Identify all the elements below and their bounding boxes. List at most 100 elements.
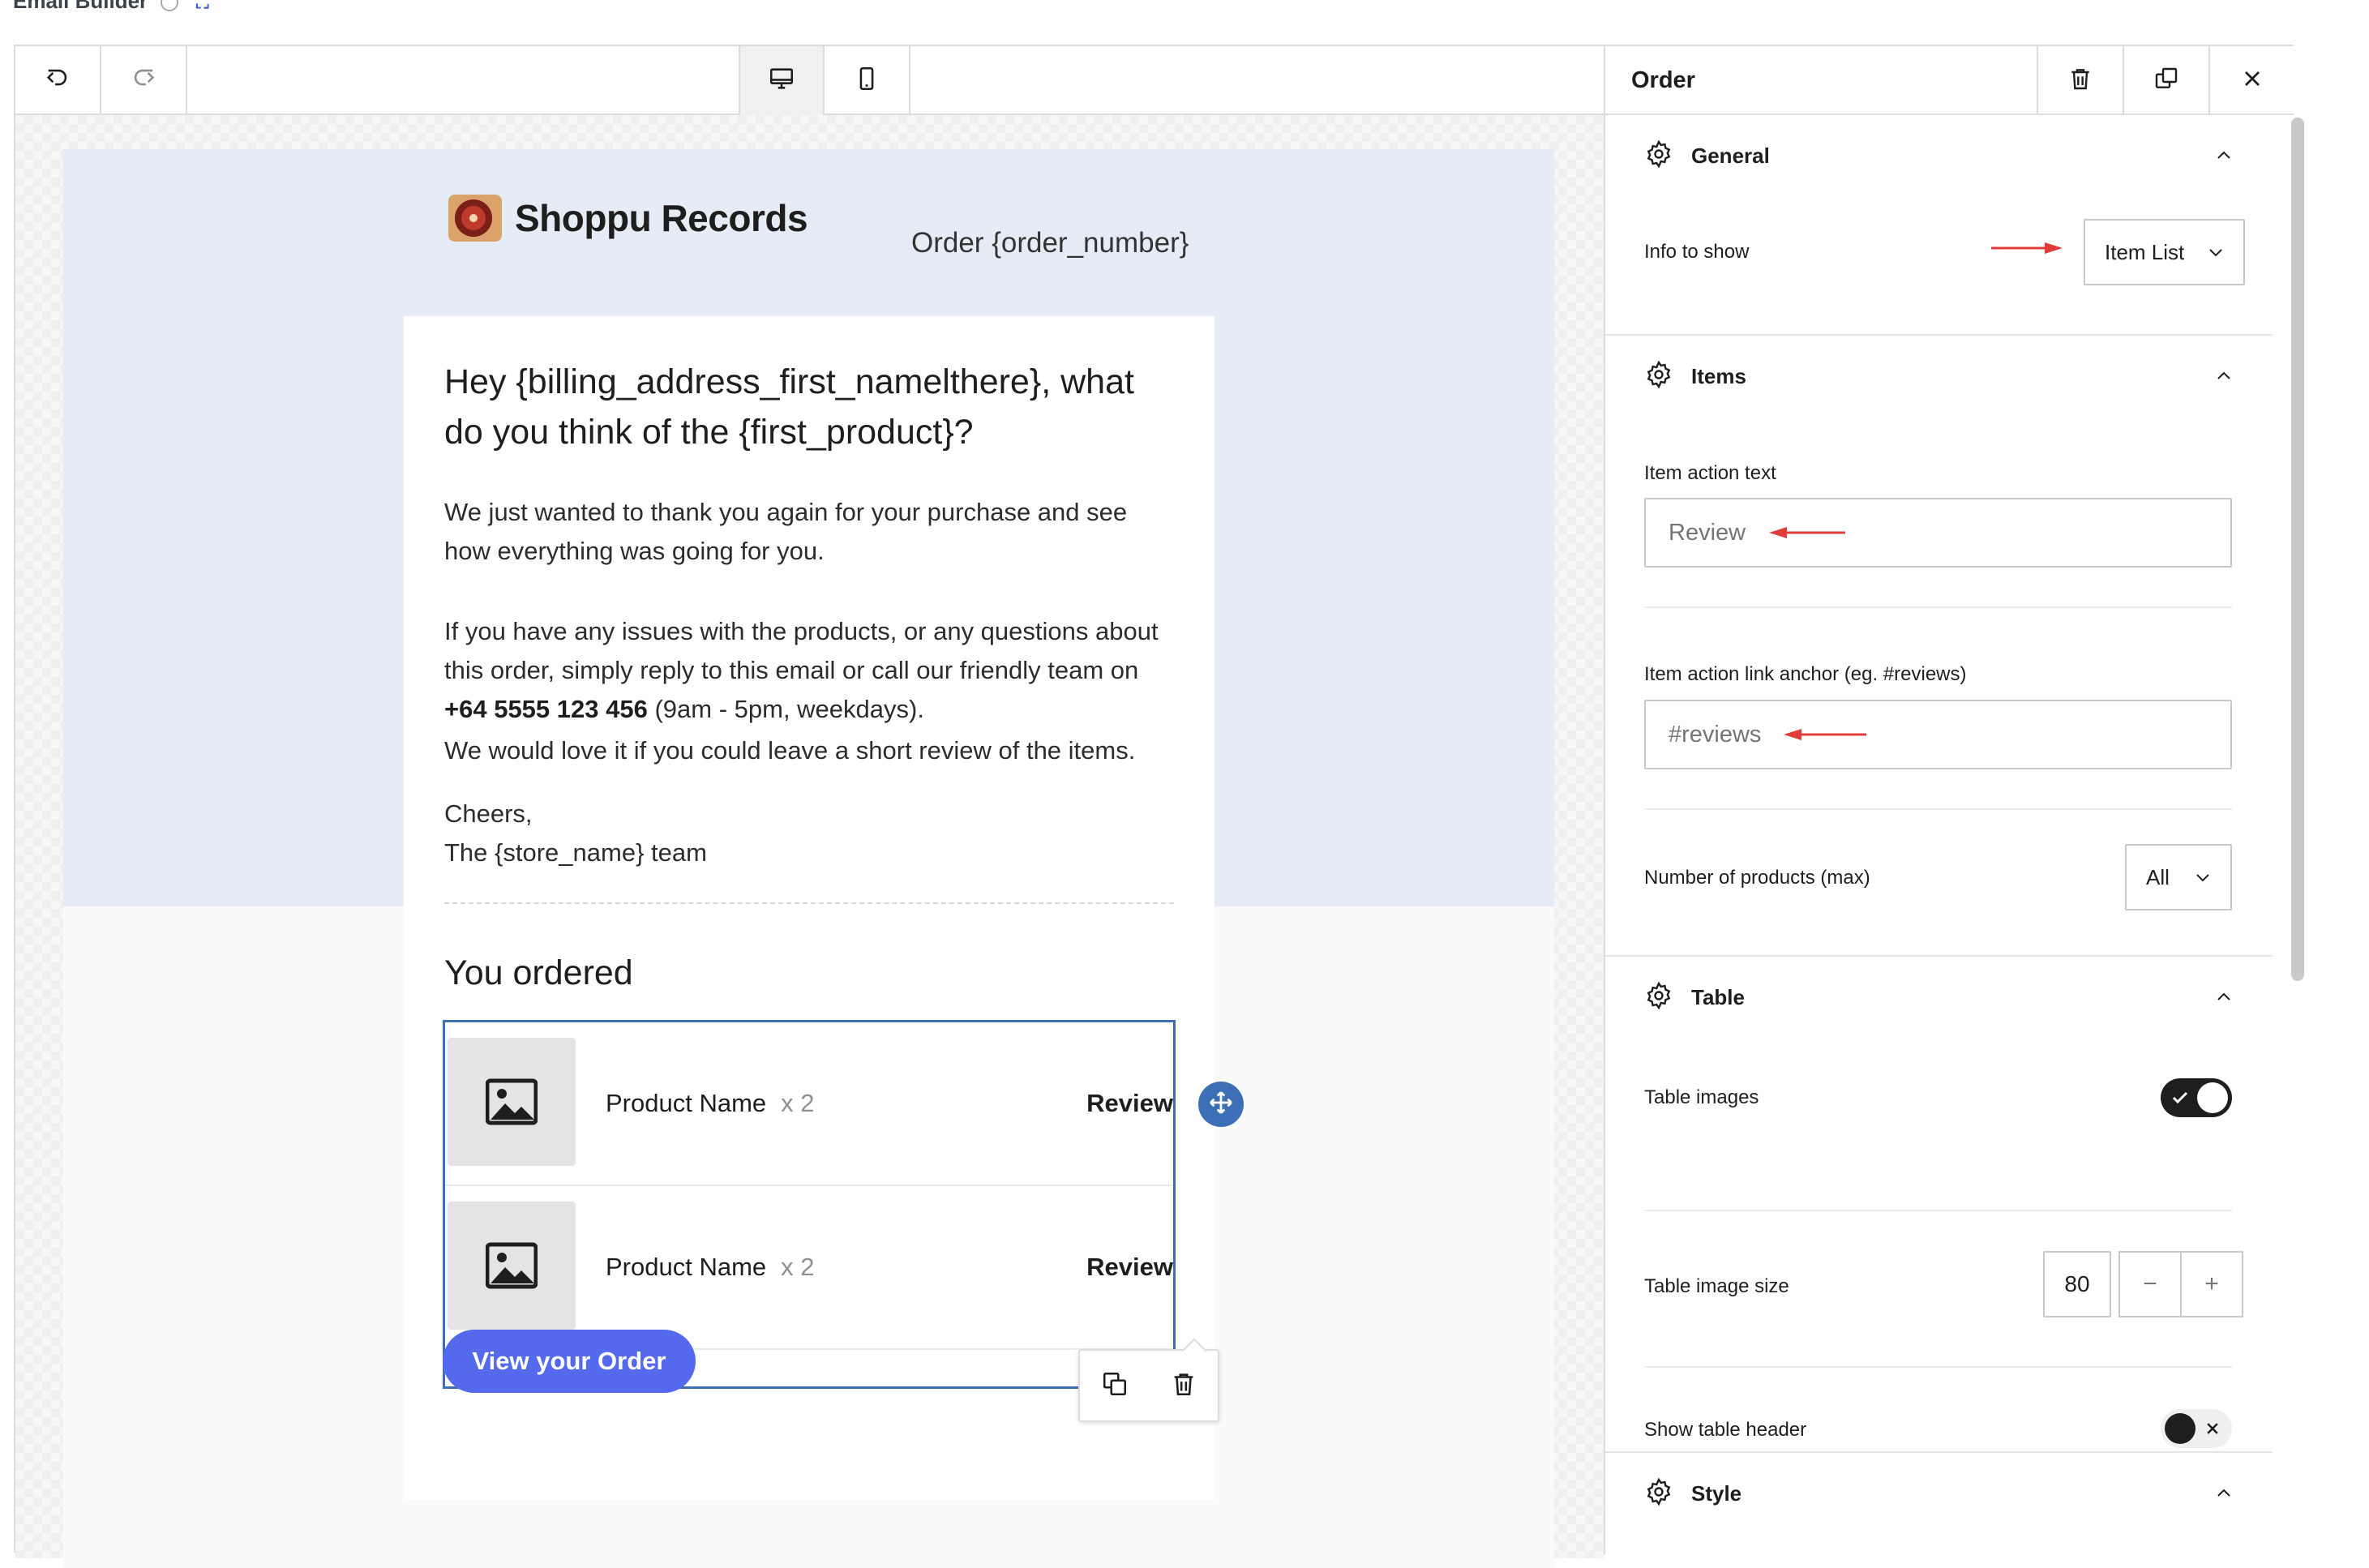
field-divider [1644, 606, 2232, 608]
chevron-up-icon[interactable] [2214, 987, 2234, 1007]
toggle-knob [2165, 1413, 2196, 1444]
email-signoff[interactable]: Cheers, The {store_name} team [444, 795, 1174, 872]
builder-frame: Shoppu Records Order {order_number} Hey … [14, 45, 2294, 1568]
table-images-label: Table images [1644, 1086, 1759, 1108]
move-icon [1207, 1089, 1235, 1120]
table-image-size-label: Table image size [1644, 1275, 1789, 1297]
field-divider [1644, 808, 2232, 810]
general-section-toggle[interactable]: General [1644, 139, 1770, 173]
review-link[interactable]: Review [1086, 1253, 1173, 1282]
product-row: Product Name x 2 Review [445, 1186, 1173, 1350]
image-placeholder-icon [448, 1038, 576, 1166]
table-section: Table Table images Table image size 80 −… [1605, 957, 2273, 1453]
email-paragraph-3[interactable]: We would love it if you could leave a sh… [444, 731, 1174, 770]
field-divider [1644, 1210, 2232, 1211]
table-images-toggle[interactable] [2161, 1078, 2232, 1117]
show-table-header-toggle[interactable] [2161, 1409, 2232, 1448]
table-section-toggle[interactable]: Table [1644, 981, 1745, 1014]
max-products-select[interactable]: All [2125, 844, 2232, 910]
annotation-arrow [1767, 526, 1845, 539]
email-body: Shoppu Records Order {order_number} Hey … [63, 149, 1554, 1568]
mobile-view-button[interactable] [825, 46, 910, 115]
panel-title: Order [1631, 67, 1695, 93]
close-panel-button[interactable] [2208, 46, 2294, 115]
you-ordered-heading[interactable]: You ordered [444, 953, 633, 993]
delete-block-button[interactable] [2037, 46, 2123, 115]
product-name: Product Name x 2 [606, 1089, 815, 1117]
gear-icon [1644, 1477, 1691, 1510]
record-logo-icon [448, 195, 502, 242]
duplicate-icon [2153, 66, 2179, 96]
close-icon [2239, 66, 2265, 96]
field-divider [1644, 1366, 2232, 1368]
style-section-toggle[interactable]: Style [1644, 1477, 1741, 1510]
items-section-toggle[interactable]: Items [1644, 360, 1746, 393]
item-anchor-input[interactable]: #reviews [1644, 700, 2232, 769]
email-paragraph-2[interactable]: If you have any issues with the products… [444, 612, 1174, 729]
email-canvas: Shoppu Records Order {order_number} Hey … [15, 115, 1604, 1568]
style-section: Style [1605, 1453, 2273, 1554]
review-link[interactable]: Review [1086, 1089, 1173, 1118]
duplicate-icon [1101, 1370, 1129, 1402]
chevron-up-icon[interactable] [2214, 1484, 2234, 1503]
email-content-card[interactable]: Hey {billing_address_first_namelthere}, … [404, 316, 1219, 1500]
product-row: Product Name x 2 Review [445, 1022, 1173, 1186]
check-icon [2172, 1091, 2188, 1104]
view-order-button[interactable]: View your Order [443, 1330, 696, 1393]
annotation-arrow [1782, 728, 1866, 741]
desktop-icon [768, 65, 795, 96]
info-to-show-select[interactable]: Item List [2084, 219, 2245, 285]
delete-block-button[interactable] [1163, 1365, 1204, 1406]
table-image-size-input[interactable]: 80 [2043, 1251, 2111, 1317]
product-name: Product Name x 2 [606, 1253, 815, 1281]
store-logo: Shoppu Records [448, 195, 808, 242]
info-icon[interactable] [161, 0, 179, 12]
redo-icon [130, 65, 157, 96]
divider [444, 902, 1174, 904]
panel-scrollbar[interactable] [2291, 118, 2304, 981]
redo-button[interactable] [101, 46, 187, 115]
show-table-header-label: Show table header [1644, 1419, 1807, 1441]
duplicate-block-button[interactable] [2123, 46, 2208, 115]
annotation-arrow [1991, 242, 2064, 255]
support-phone: +64 5555 123 456 [444, 695, 648, 723]
gear-icon [1644, 360, 1691, 393]
email-heading[interactable]: Hey {billing_address_first_namelthere}, … [444, 357, 1174, 457]
move-handle[interactable] [1198, 1082, 1244, 1127]
general-section: General Info to show Item List [1605, 115, 2273, 336]
gear-icon [1644, 981, 1691, 1014]
panel-header: Order [1605, 46, 2294, 115]
email-builder-app: Email Builder ⛶ Shoppu Records Order {or… [0, 0, 2369, 1568]
max-products-label: Number of products (max) [1644, 867, 1870, 889]
undo-icon [44, 65, 71, 96]
settings-panel: Order General Info to show Item List Ite… [1604, 46, 2294, 1554]
desktop-view-button[interactable] [739, 46, 825, 115]
page-title: Email Builder ⛶ [13, 0, 209, 14]
chevron-down-icon [2196, 874, 2209, 882]
info-to-show-label: Info to show [1644, 241, 1750, 263]
mobile-icon [853, 65, 880, 96]
fullscreen-icon[interactable]: ⛶ [196, 0, 208, 13]
increment-button[interactable]: + [2180, 1251, 2243, 1317]
brand-name: Shoppu Records [515, 197, 808, 239]
item-anchor-label: Item action link anchor (eg. #reviews) [1644, 663, 1967, 685]
block-actions-toolbar [1078, 1349, 1219, 1422]
image-placeholder-icon [448, 1202, 576, 1330]
chevron-up-icon[interactable] [2214, 146, 2234, 165]
trash-icon [2067, 66, 2093, 96]
chevron-up-icon[interactable] [2214, 366, 2234, 386]
items-section: Items Item action text Review Item actio… [1605, 336, 2273, 957]
order-number-heading: Order {order_number} [911, 227, 1189, 259]
toggle-knob [2197, 1082, 2228, 1113]
item-action-text-input[interactable]: Review [1644, 498, 2232, 568]
chevron-down-icon [2209, 249, 2222, 257]
trash-icon [1170, 1370, 1197, 1402]
editor-toolbar [15, 46, 1604, 115]
item-action-text-label: Item action text [1644, 462, 1776, 484]
email-paragraph-1[interactable]: We just wanted to thank you again for yo… [444, 493, 1174, 571]
gear-icon [1644, 139, 1691, 173]
decrement-button[interactable]: − [2118, 1251, 2182, 1317]
undo-button[interactable] [15, 46, 101, 115]
x-icon [2207, 1423, 2218, 1434]
duplicate-block-button[interactable] [1095, 1365, 1135, 1406]
